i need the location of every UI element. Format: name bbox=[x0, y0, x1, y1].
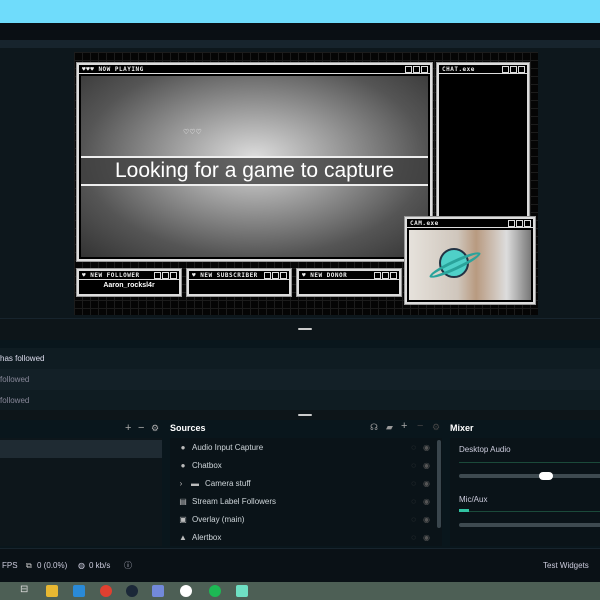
mixer-title: Mixer bbox=[450, 423, 474, 433]
chrome-icon[interactable] bbox=[100, 585, 112, 597]
bitrate: 0 kb/s bbox=[89, 561, 111, 570]
game-scene-image: ♡♡♡ Looking for a game to capture bbox=[81, 76, 428, 257]
bell-icon: ▲ bbox=[179, 533, 187, 542]
lock-icon[interactable]: ◌ bbox=[411, 493, 416, 511]
audio-meter bbox=[459, 511, 600, 512]
alert-title: ♥ NEW FOLLOWER bbox=[82, 272, 140, 279]
source-item[interactable]: ● Audio Input Capture ◌ ◉ bbox=[170, 439, 432, 457]
mail-icon[interactable] bbox=[73, 585, 85, 597]
channel-name: Mic/Aux bbox=[459, 495, 488, 504]
cam-window: CAM.exe bbox=[404, 216, 536, 305]
new-subscriber-alert: ♥ NEW SUBSCRIBER bbox=[186, 268, 292, 297]
steam-icon[interactable] bbox=[126, 585, 138, 597]
file-icon: ▤ bbox=[179, 497, 187, 506]
event-row: followed bbox=[0, 369, 600, 390]
cam-title: CAM.exe bbox=[410, 220, 439, 227]
scene-item-selected[interactable] bbox=[0, 440, 162, 458]
capture-message: Looking for a game to capture bbox=[81, 156, 428, 186]
alert-title: ♥ NEW SUBSCRIBER bbox=[192, 272, 258, 279]
event-row: has followed bbox=[0, 348, 600, 369]
eye-icon[interactable]: ◉ bbox=[423, 529, 430, 547]
streamlabs-icon[interactable] bbox=[236, 585, 248, 597]
dropped-frames-icon: ⧉ bbox=[26, 561, 32, 570]
webcam-image bbox=[409, 230, 531, 300]
status-bar: FPS ⧉ 0 (0.0%) ◍ 0 kb/s ⓘ Test Widgets bbox=[0, 548, 600, 582]
sources-scrollbar[interactable] bbox=[437, 440, 441, 528]
microphone-icon: ● bbox=[180, 443, 186, 452]
task-view-icon[interactable]: ⊟ bbox=[20, 584, 28, 595]
hearts: ♡♡♡ bbox=[183, 129, 202, 136]
lock-icon[interactable]: ◌ bbox=[411, 511, 416, 529]
eye-icon[interactable]: ◉ bbox=[423, 439, 430, 457]
eye-icon[interactable]: ◉ bbox=[423, 493, 430, 511]
volume-slider-handle[interactable] bbox=[539, 472, 553, 480]
folder-icon: ▬ bbox=[191, 479, 199, 488]
chevron-right-icon[interactable]: › bbox=[176, 475, 186, 493]
source-item[interactable]: ▤ Stream Label Followers ◌ ◉ bbox=[170, 493, 432, 511]
source-settings-icon[interactable]: ⚙ bbox=[432, 422, 440, 433]
lock-icon[interactable]: ◌ bbox=[411, 439, 416, 457]
event-row: followed bbox=[0, 390, 600, 411]
spotify-icon[interactable] bbox=[209, 585, 221, 597]
source-audio-icon[interactable]: ☊ bbox=[370, 422, 378, 433]
image-icon: ▣ bbox=[179, 515, 187, 524]
test-widgets-button[interactable]: Test Widgets bbox=[543, 549, 589, 583]
remove-scene-button[interactable]: − bbox=[138, 422, 144, 434]
file-explorer-icon[interactable] bbox=[46, 585, 58, 597]
source-folder[interactable]: › ▬ Camera stuff ◌ ◉ bbox=[170, 475, 432, 493]
audio-level bbox=[459, 509, 469, 512]
lock-icon[interactable]: ◌ bbox=[411, 457, 416, 475]
eye-icon[interactable]: ◉ bbox=[423, 511, 430, 529]
editor-toolbar bbox=[0, 40, 600, 48]
desktop-audio-slider[interactable] bbox=[459, 474, 600, 478]
now-playing-title: ♥♥♥ NOW PLAYING bbox=[82, 66, 144, 73]
add-scene-button[interactable]: + bbox=[125, 422, 131, 434]
alert-title: ♥ NEW DONOR bbox=[302, 272, 348, 279]
stream-preview[interactable]: ♥♥♥ NOW PLAYING ♡♡♡ Looking for a game t… bbox=[74, 52, 538, 315]
audio-meter bbox=[459, 462, 600, 463]
bandwidth-icon: ◍ bbox=[78, 561, 85, 570]
resize-handle[interactable] bbox=[0, 410, 600, 420]
eye-icon[interactable]: ◉ bbox=[423, 475, 430, 493]
mixer-panel: Desktop Audio Mic/Aux bbox=[450, 438, 600, 546]
new-follower-alert: ♥ NEW FOLLOWER Aaron_rocksl4r bbox=[76, 268, 182, 297]
scene-settings-icon[interactable]: ⚙ bbox=[151, 423, 159, 434]
fps-label: FPS bbox=[2, 561, 18, 570]
mic-aux-slider[interactable] bbox=[459, 523, 600, 527]
sources-title: Sources bbox=[170, 423, 206, 433]
source-item[interactable]: ● Chatbox ◌ ◉ bbox=[170, 457, 432, 475]
chat-window: CHAT.exe bbox=[436, 62, 530, 224]
dropped-frames: 0 (0.0%) bbox=[37, 561, 68, 570]
add-source-button[interactable]: + bbox=[401, 420, 407, 432]
remove-source-button[interactable]: − bbox=[417, 420, 423, 432]
add-folder-icon[interactable]: ▰ bbox=[386, 422, 393, 433]
eye-icon[interactable]: ◉ bbox=[423, 457, 430, 475]
alert-value: Aaron_rocksl4r bbox=[103, 282, 155, 289]
resize-handle[interactable] bbox=[0, 318, 600, 340]
source-item[interactable]: ▣ Overlay (main) ◌ ◉ bbox=[170, 511, 432, 529]
chat-icon: ● bbox=[180, 461, 186, 470]
new-donor-alert: ♥ NEW DONOR bbox=[296, 268, 402, 297]
source-item[interactable]: ▲ Alertbox ◌ ◉ bbox=[170, 529, 432, 547]
lock-icon[interactable]: ◌ bbox=[411, 529, 416, 547]
discord-icon[interactable] bbox=[152, 585, 164, 597]
xbox-icon[interactable] bbox=[180, 585, 192, 597]
windows-taskbar: ⊟ bbox=[0, 582, 600, 600]
now-playing-window: ♥♥♥ NOW PLAYING ♡♡♡ Looking for a game t… bbox=[76, 62, 433, 262]
info-icon[interactable]: ⓘ bbox=[124, 549, 132, 583]
chat-title: CHAT.exe bbox=[442, 66, 475, 73]
sources-list: ● Audio Input Capture ◌ ◉ ● Chatbox ◌ ◉ › ▬ Came… bbox=[170, 438, 442, 546]
desktop-background bbox=[0, 0, 600, 23]
app-titlebar bbox=[0, 23, 600, 40]
channel-name: Desktop Audio bbox=[459, 445, 511, 454]
lock-icon[interactable]: ◌ bbox=[411, 475, 416, 493]
